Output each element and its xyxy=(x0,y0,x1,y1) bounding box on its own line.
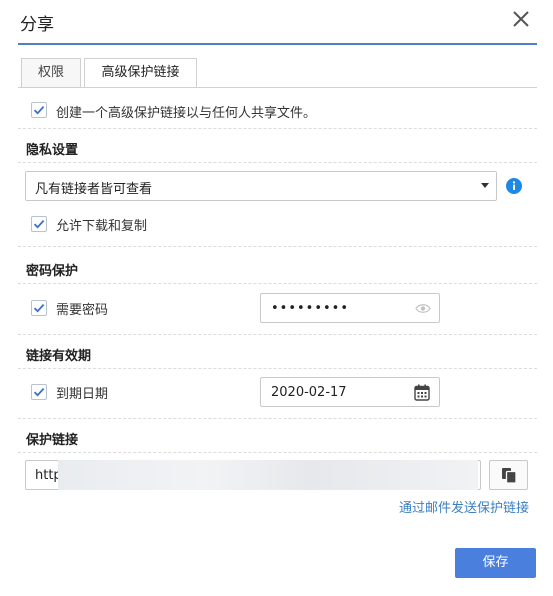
info-icon[interactable] xyxy=(506,178,522,198)
divider xyxy=(18,334,537,335)
close-icon[interactable] xyxy=(508,6,534,32)
email-link[interactable]: 通过邮件发送保护链接 xyxy=(399,497,529,516)
divider xyxy=(18,283,537,284)
caret-down-icon xyxy=(481,183,489,188)
expiry-heading: 链接有效期 xyxy=(26,349,92,364)
expiry-date-input[interactable]: 2020-02-17 xyxy=(260,377,440,407)
require-password-label: 需要密码 xyxy=(56,303,109,318)
dialog-title: 分享 xyxy=(20,15,54,35)
copy-link-button[interactable] xyxy=(489,460,528,490)
password-input[interactable]: ••••••••• xyxy=(260,293,440,323)
divider xyxy=(18,418,537,419)
access-select-value: 凡有链接者皆可查看 xyxy=(35,182,153,197)
allow-download-checkbox[interactable] xyxy=(31,216,47,232)
password-input-value: ••••••••• xyxy=(271,301,350,316)
protected-link-heading: 保护链接 xyxy=(26,433,79,448)
tab-permissions-label: 权限 xyxy=(37,65,64,80)
enable-advanced-label: 创建一个高级保护链接以与任何人共享文件。 xyxy=(56,106,317,121)
save-button[interactable]: 保存 xyxy=(455,548,536,578)
check-icon xyxy=(33,387,45,397)
tabs-divider xyxy=(18,87,537,88)
calendar-icon[interactable] xyxy=(414,384,430,401)
require-password-checkbox[interactable] xyxy=(31,300,47,316)
tab-advanced-link-label: 高级保护链接 xyxy=(101,65,180,80)
expiry-date-value: 2020-02-17 xyxy=(271,385,347,400)
divider xyxy=(18,246,537,247)
expiry-label: 到期日期 xyxy=(56,387,109,402)
enable-advanced-checkbox[interactable] xyxy=(31,102,47,118)
redacted-url-blur xyxy=(58,460,478,490)
tab-advanced-link[interactable]: 高级保护链接 xyxy=(84,58,197,88)
divider xyxy=(18,162,537,163)
allow-download-label: 允许下载和复制 xyxy=(56,219,148,234)
eye-icon[interactable] xyxy=(415,303,431,314)
expiry-checkbox[interactable] xyxy=(31,384,47,400)
tab-permissions[interactable]: 权限 xyxy=(21,58,81,87)
divider xyxy=(18,368,537,369)
title-divider xyxy=(18,43,537,45)
password-heading: 密码保护 xyxy=(26,264,79,279)
check-icon xyxy=(33,105,45,115)
check-icon xyxy=(33,219,45,229)
privacy-heading: 隐私设置 xyxy=(26,143,79,158)
access-select[interactable]: 凡有链接者皆可查看 xyxy=(25,171,497,201)
divider xyxy=(18,128,537,129)
copy-icon xyxy=(502,468,517,484)
check-icon xyxy=(33,303,45,313)
divider xyxy=(18,452,537,453)
